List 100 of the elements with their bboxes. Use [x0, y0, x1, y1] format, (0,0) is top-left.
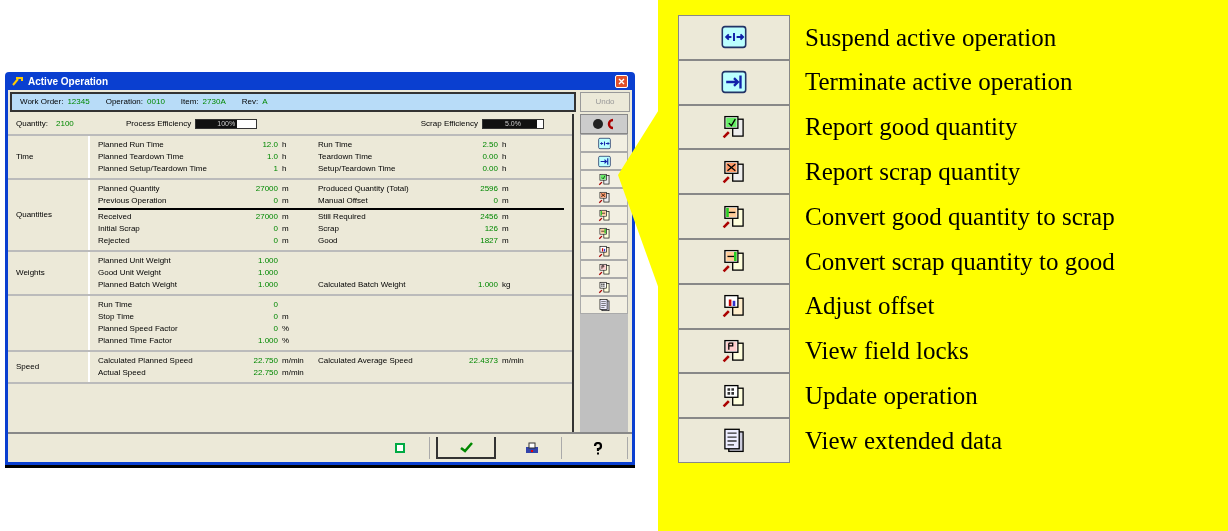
row-label: Good: [318, 236, 338, 245]
row-unit: h: [282, 152, 287, 161]
document-list-icon: [597, 298, 611, 312]
row-unit: m: [282, 212, 289, 221]
row-label: Scrap: [318, 224, 339, 233]
undo-button[interactable]: Undo: [580, 92, 630, 112]
row-value: 0.00: [482, 152, 498, 161]
bar-label: Process Efficiency: [126, 118, 192, 130]
quantity-label: Quantity:: [16, 118, 48, 130]
row-value: 22.750: [253, 368, 278, 377]
document-arrow-icon: [721, 203, 747, 230]
field-label: Work Order:: [20, 96, 64, 108]
row-label: Received: [98, 211, 133, 223]
row-value: 0: [273, 300, 278, 309]
row-unit: m: [502, 236, 509, 245]
toolbar-button[interactable]: [580, 242, 628, 260]
row-label: Still Required: [318, 212, 366, 221]
legend-button[interactable]: [678, 15, 790, 60]
row-label: Planned Run Time: [98, 139, 165, 151]
legend-label: Report good quantity: [805, 112, 1018, 143]
row-unit: m: [502, 184, 509, 193]
row-label: Actual Speed: [98, 367, 147, 379]
toolbar-button[interactable]: [580, 260, 628, 278]
document-grid-icon: [597, 280, 611, 294]
toolbar-button[interactable]: [580, 206, 628, 224]
legend-label: Update operation: [805, 381, 978, 411]
row-label: Run Time: [318, 140, 353, 149]
row-value: 12.0: [262, 140, 278, 149]
legend-button[interactable]: [678, 194, 790, 239]
legend-button[interactable]: [678, 104, 790, 150]
ok-button[interactable]: [436, 437, 496, 459]
row-value: 27000: [255, 212, 278, 221]
window-title: Active Operation: [28, 74, 109, 89]
row-label: Planned Teardown Time: [98, 151, 185, 163]
close-button[interactable]: [615, 74, 628, 88]
document-flag-icon: [721, 337, 747, 364]
legend-label: Adjust offset: [805, 291, 935, 322]
row-unit: m/min: [282, 368, 304, 377]
row-value: 2456: [480, 212, 498, 221]
row-unit: m/min: [502, 356, 524, 365]
row-label: Calculated Planned Speed: [98, 355, 194, 367]
legend-button[interactable]: [678, 239, 790, 284]
row-unit: h: [502, 152, 507, 161]
row-label: Planned Unit Weight: [98, 255, 172, 267]
legend-button[interactable]: [678, 328, 790, 374]
legend-button[interactable]: [678, 149, 790, 195]
row-unit: h: [502, 164, 507, 173]
toolbar-button[interactable]: [580, 134, 628, 152]
row-unit: kg: [502, 280, 511, 289]
row-value: 0: [493, 196, 498, 205]
row-value: 0: [273, 224, 278, 233]
row-label: Stop Time: [98, 311, 135, 323]
arrows-icon: [597, 136, 611, 150]
document-check-icon: [597, 172, 611, 186]
legend-button[interactable]: [678, 283, 790, 329]
close-icon: [618, 77, 625, 85]
arrow-to-bar-icon: [721, 69, 747, 96]
row-value: 1.0: [266, 152, 278, 161]
legend-label: Convert scrap quantity to good: [805, 246, 1115, 277]
row-value: 2596: [480, 184, 498, 193]
legend-button[interactable]: [678, 373, 790, 419]
toolbar-button[interactable]: [580, 224, 628, 242]
section-label: Time: [16, 151, 34, 163]
toolbar-button[interactable]: [580, 296, 628, 314]
legend-button[interactable]: [678, 418, 790, 463]
row-label: Planned Quantity: [98, 183, 161, 195]
app-icon: [12, 75, 24, 87]
row-label: Previous Operation: [98, 195, 168, 207]
row-value: 1.000: [257, 280, 278, 289]
row-unit: h: [282, 140, 287, 149]
row-value: 0.00: [482, 164, 498, 173]
document-cross-icon: [597, 190, 611, 204]
legend-label: View extended data: [805, 425, 1003, 456]
field-label: Operation:: [105, 96, 144, 108]
field-label: Rev:: [241, 96, 259, 108]
toolbar-button[interactable]: [580, 152, 628, 170]
legend-label: Convert good quantity to scrap: [805, 201, 1115, 232]
document-chart-icon: [597, 244, 611, 258]
row-unit: m: [502, 196, 509, 205]
row-value: 1827: [480, 236, 498, 245]
toolbar-button[interactable]: [580, 278, 628, 296]
row-label: Initial Scrap: [98, 223, 141, 235]
document-arrow-icon: [721, 248, 747, 275]
toolbar-button[interactable]: [580, 188, 628, 206]
row-value: 22.750: [253, 356, 278, 365]
legend-button[interactable]: [678, 59, 790, 105]
document-check-icon: [721, 114, 747, 140]
row-value: 0: [273, 196, 278, 205]
question-icon: [592, 441, 603, 455]
toolbar-button[interactable]: [580, 114, 628, 134]
row-unit: %: [282, 324, 290, 333]
row-value: 1.000: [477, 280, 498, 289]
row-unit: %: [282, 336, 290, 345]
row-label: Manual Offset: [318, 196, 368, 205]
quantity-value: 2100: [56, 118, 75, 130]
field-value: 0010: [147, 96, 165, 108]
row-unit: h: [282, 164, 287, 173]
row-unit: m: [502, 212, 509, 221]
row-unit: m: [282, 312, 289, 321]
row-unit: m: [282, 224, 289, 233]
